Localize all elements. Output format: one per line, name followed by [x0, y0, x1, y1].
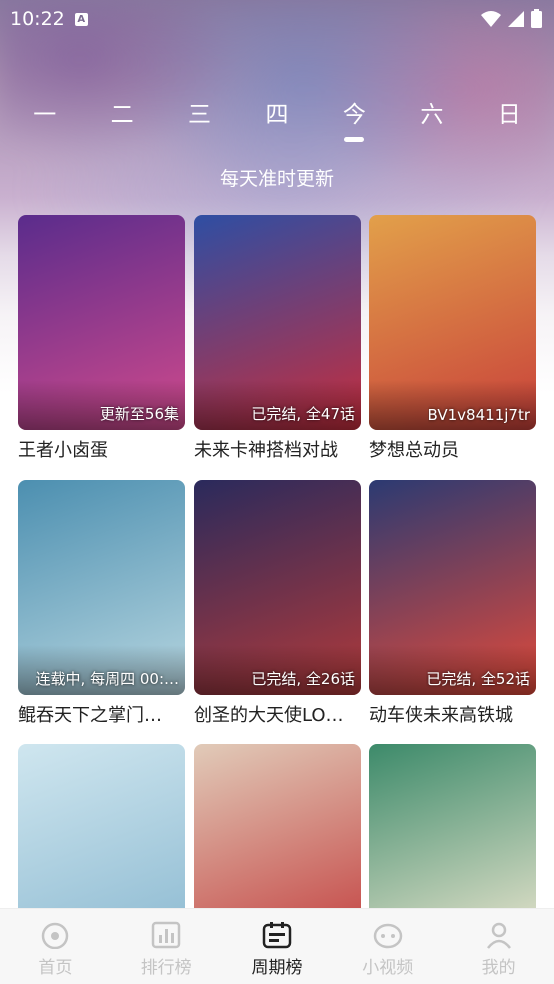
anime-cover[interactable]: 连载中, 每周四 00:… — [18, 480, 185, 695]
tab-wednesday[interactable]: 三 — [170, 95, 230, 135]
anime-title: 王者小卤蛋 — [18, 440, 108, 461]
anime-cover[interactable]: 已完结, 全47话 — [194, 215, 361, 430]
anime-card[interactable]: 已完结, 全26话 创圣的大天使LO… — [194, 480, 361, 727]
anime-card[interactable]: 连载中, 每周四 00:… 鲲吞天下之掌门… — [18, 480, 185, 727]
nav-label: 首页 — [38, 958, 73, 978]
anime-card[interactable]: 已完结, 全47话 未来卡神搭档对战 — [194, 215, 361, 462]
anime-title: 动车侠未来高铁城 — [369, 705, 513, 726]
anime-cover[interactable]: 已完结, 全26话 — [194, 480, 361, 695]
tab-monday[interactable]: 一 — [15, 95, 75, 135]
episode-badge: BV1v8411j7tr — [427, 406, 530, 424]
short-video-icon — [373, 923, 403, 949]
episode-badge: 连载中, 每周四 00:… — [35, 670, 179, 688]
anime-card[interactable]: 更新至56集 王者小卤蛋 — [18, 215, 185, 462]
ranking-icon — [151, 921, 181, 949]
status-icons — [481, 9, 542, 28]
episode-badge: 已完结, 全47话 — [251, 405, 355, 423]
tab-thursday[interactable]: 四 — [247, 95, 307, 135]
nav-label: 小视频 — [362, 958, 414, 978]
tab-today[interactable]: 今 — [324, 95, 384, 135]
battery-icon — [531, 9, 542, 28]
calendar-icon — [262, 922, 292, 949]
status-bar: 10:22 A — [0, 0, 554, 38]
nav-profile[interactable]: 我的 — [449, 909, 549, 984]
wifi-icon — [481, 10, 501, 27]
page-subtitle: 每天准时更新 — [219, 168, 334, 190]
anime-title: 创圣的大天使LO… — [194, 705, 344, 726]
anime-cover[interactable]: BV1v8411j7tr — [369, 215, 536, 430]
bottom-navigation: 首页 排行榜 周期榜 小视频 我的 — [0, 908, 554, 984]
episode-badge: 更新至56集 — [99, 405, 179, 423]
episode-badge: 已完结, 全52话 — [426, 670, 530, 688]
notification-a-icon: A — [74, 12, 88, 26]
nav-label: 周期榜 — [251, 958, 303, 978]
anime-card[interactable]: BV1v8411j7tr 梦想总动员 — [369, 215, 536, 462]
tab-saturday[interactable]: 六 — [402, 95, 462, 135]
nav-label: 排行榜 — [140, 958, 192, 978]
episode-badge: 已完结, 全26话 — [251, 670, 355, 688]
anime-title: 梦想总动员 — [369, 440, 459, 461]
nav-short-video[interactable]: 小视频 — [338, 909, 438, 984]
tab-sunday[interactable]: 日 — [479, 95, 539, 135]
nav-home[interactable]: 首页 — [5, 909, 105, 984]
anime-card[interactable]: 已完结, 全52话 动车侠未来高铁城 — [369, 480, 536, 727]
weekday-tabs: 一 二 三 四 今 六 日 — [0, 95, 554, 135]
signal-icon — [508, 10, 524, 27]
home-icon — [42, 922, 69, 949]
nav-ranking[interactable]: 排行榜 — [116, 909, 216, 984]
nav-label: 我的 — [481, 958, 516, 978]
anime-title: 未来卡神搭档对战 — [194, 440, 338, 461]
anime-cover[interactable]: 已完结, 全52话 — [369, 480, 536, 695]
status-time: 10:22 — [10, 8, 65, 30]
anime-title: 鲲吞天下之掌门… — [18, 705, 162, 726]
nav-period-ranking[interactable]: 周期榜 — [227, 909, 327, 984]
tab-tuesday[interactable]: 二 — [92, 95, 152, 135]
anime-cover[interactable]: 更新至56集 — [18, 215, 185, 430]
profile-icon — [486, 922, 511, 949]
